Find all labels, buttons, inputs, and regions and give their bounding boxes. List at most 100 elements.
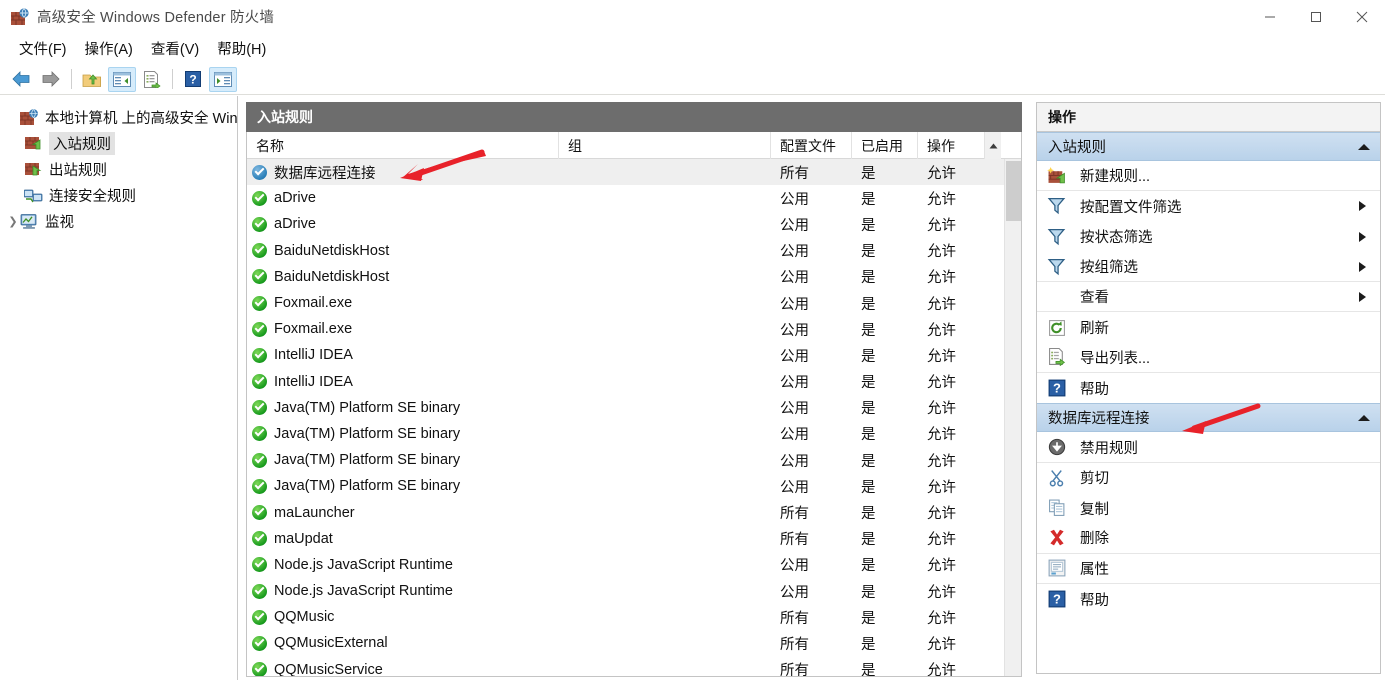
scroll-up-button[interactable] (984, 132, 1001, 159)
rule-name-cell: maLauncher (247, 505, 559, 521)
cut-icon (1047, 469, 1067, 487)
column-header-name[interactable]: 名称 (247, 132, 559, 159)
table-row[interactable]: Foxmail.exe 公用 是 允许 (247, 316, 1021, 342)
table-row[interactable]: QQMusicExternal 所有 是 允许 (247, 630, 1021, 656)
action-item[interactable]: 刷新 (1037, 312, 1380, 342)
table-row[interactable]: Node.js JavaScript Runtime 公用 是 允许 (247, 578, 1021, 604)
menu-file[interactable]: 文件(F) (10, 35, 76, 62)
action-item[interactable]: 按组筛选 (1037, 252, 1380, 283)
column-header-enabled[interactable]: 已启用 (852, 132, 918, 159)
table-row[interactable]: Node.js JavaScript Runtime 公用 是 允许 (247, 552, 1021, 578)
action-item[interactable]: 剪切 (1037, 463, 1380, 493)
show-hide-action-pane-button[interactable] (209, 66, 237, 92)
rule-enabled-cell: 是 (861, 558, 876, 575)
action-item[interactable]: 属性 (1037, 554, 1380, 584)
minimize-button[interactable] (1247, 0, 1293, 33)
rule-action-cell: 允许 (927, 636, 956, 653)
show-hide-console-tree-button[interactable] (108, 66, 136, 92)
menu-help[interactable]: 帮助(H) (208, 35, 275, 62)
table-row[interactable]: Java(TM) Platform SE binary 公用 是 允许 (247, 447, 1021, 473)
actions-group-label: 数据库远程连接 (1048, 411, 1150, 428)
column-header-profile[interactable]: 配置文件 (771, 132, 852, 159)
table-row[interactable]: QQMusicService 所有 是 允许 (247, 657, 1021, 676)
action-item[interactable]: 查看 (1037, 282, 1380, 313)
back-button[interactable] (7, 67, 35, 92)
table-row[interactable]: Java(TM) Platform SE binary 公用 是 允许 (247, 395, 1021, 421)
action-item[interactable]: 导出列表... (1037, 343, 1380, 374)
action-item[interactable]: 新建规则... (1037, 161, 1380, 192)
rule-enabled-cell: 是 (861, 427, 876, 444)
rule-enabled-icon (252, 505, 267, 521)
submenu-arrow-icon[interactable] (1359, 231, 1366, 242)
tree-item-inbound-rules[interactable]: 入站规则 (0, 130, 237, 156)
table-row[interactable]: IntelliJ IDEA 公用 是 允许 (247, 369, 1021, 395)
rule-enabled-cell: 是 (861, 610, 876, 627)
export-list-button[interactable] (138, 67, 166, 92)
table-row[interactable]: IntelliJ IDEA 公用 是 允许 (247, 342, 1021, 368)
forward-button[interactable] (37, 67, 65, 92)
action-item[interactable]: 删除 (1037, 523, 1380, 554)
table-row[interactable]: Foxmail.exe 公用 是 允许 (247, 290, 1021, 316)
table-row[interactable]: Java(TM) Platform SE binary 公用 是 允许 (247, 421, 1021, 447)
window-title: 高级安全 Windows Defender 防火墙 (37, 10, 275, 26)
column-header-group[interactable]: 组 (559, 132, 771, 159)
column-header-action[interactable]: 操作 (918, 132, 984, 159)
chevron-up-icon[interactable] (1358, 143, 1370, 150)
submenu-arrow-icon[interactable] (1359, 261, 1366, 272)
rule-enabled-icon (252, 662, 267, 676)
tree-item-root[interactable]: 本地计算机 上的高级安全 Wind (0, 104, 237, 130)
submenu-arrow-icon[interactable] (1359, 201, 1366, 212)
rule-name-label: aDrive (274, 190, 316, 207)
properties-icon (1047, 559, 1067, 577)
table-row[interactable]: maLauncher 所有 是 允许 (247, 499, 1021, 525)
table-row[interactable]: BaiduNetdiskHost 公用 是 允许 (247, 238, 1021, 264)
table-row[interactable]: Java(TM) Platform SE binary 公用 是 允许 (247, 473, 1021, 499)
help-button[interactable]: ? (179, 67, 207, 92)
table-row[interactable]: maUpdat 所有 是 允许 (247, 526, 1021, 552)
tree-item-monitoring[interactable]: ❯ 监视 (0, 208, 237, 234)
menu-action[interactable]: 操作(A) (76, 35, 142, 62)
actions-group-inbound-rules[interactable]: 入站规则 (1037, 132, 1380, 161)
up-one-level-button[interactable] (78, 67, 106, 92)
rule-action-cell: 允许 (927, 165, 956, 182)
rule-action-cell: 允许 (927, 375, 956, 392)
table-row[interactable]: 数据库远程连接 所有 是 允许 (247, 159, 1021, 186)
rule-action-cell: 允许 (927, 401, 956, 418)
close-button[interactable] (1339, 0, 1385, 33)
vertical-scrollbar[interactable] (1004, 159, 1021, 676)
action-item[interactable]: 禁用规则 (1037, 432, 1380, 463)
rule-profile-cell: 公用 (780, 270, 809, 287)
rule-name-label: aDrive (274, 216, 316, 233)
submenu-arrow-icon[interactable] (1359, 291, 1366, 302)
action-item[interactable]: ? 帮助 (1037, 373, 1380, 403)
rule-name-label: Java(TM) Platform SE binary (274, 399, 461, 416)
action-item[interactable]: 按配置文件筛选 (1037, 191, 1380, 221)
export-list-icon (1047, 348, 1067, 367)
chevron-up-icon[interactable] (1358, 414, 1370, 421)
rule-enabled-cell: 是 (861, 348, 876, 365)
rule-profile-cell: 所有 (780, 165, 809, 182)
table-row[interactable]: BaiduNetdiskHost 公用 是 允许 (247, 264, 1021, 290)
tree-item-connection-security-rules[interactable]: 连接安全规则 (0, 182, 237, 208)
action-item[interactable]: 按状态筛选 (1037, 222, 1380, 252)
rule-name-cell: Java(TM) Platform SE binary (247, 400, 559, 416)
action-item[interactable]: ? 帮助 (1037, 584, 1380, 614)
pane-title: 入站规则 (246, 102, 1022, 132)
tree-item-outbound-rules[interactable]: 出站规则 (0, 156, 237, 182)
action-item[interactable]: 复制 (1037, 493, 1380, 523)
chevron-right-icon[interactable]: ❯ (6, 215, 20, 228)
table-row[interactable]: aDrive 公用 是 允许 (247, 185, 1021, 211)
rule-name-cell: IntelliJ IDEA (247, 374, 559, 390)
action-item-label: 复制 (1080, 501, 1109, 518)
actions-group-selected-rule[interactable]: 数据库远程连接 (1037, 403, 1380, 433)
menu-view[interactable]: 查看(V) (142, 35, 208, 62)
scrollbar-thumb[interactable] (1006, 161, 1021, 221)
toolbar-separator (172, 69, 173, 89)
maximize-button[interactable] (1293, 0, 1339, 33)
table-row[interactable]: QQMusic 所有 是 允许 (247, 604, 1021, 630)
rule-name-cell: QQMusicService (247, 662, 559, 676)
rule-enabled-cell: 是 (861, 322, 876, 339)
table-row[interactable]: aDrive 公用 是 允许 (247, 211, 1021, 237)
rule-enabled-icon (252, 531, 267, 547)
rule-profile-cell: 所有 (780, 610, 809, 627)
